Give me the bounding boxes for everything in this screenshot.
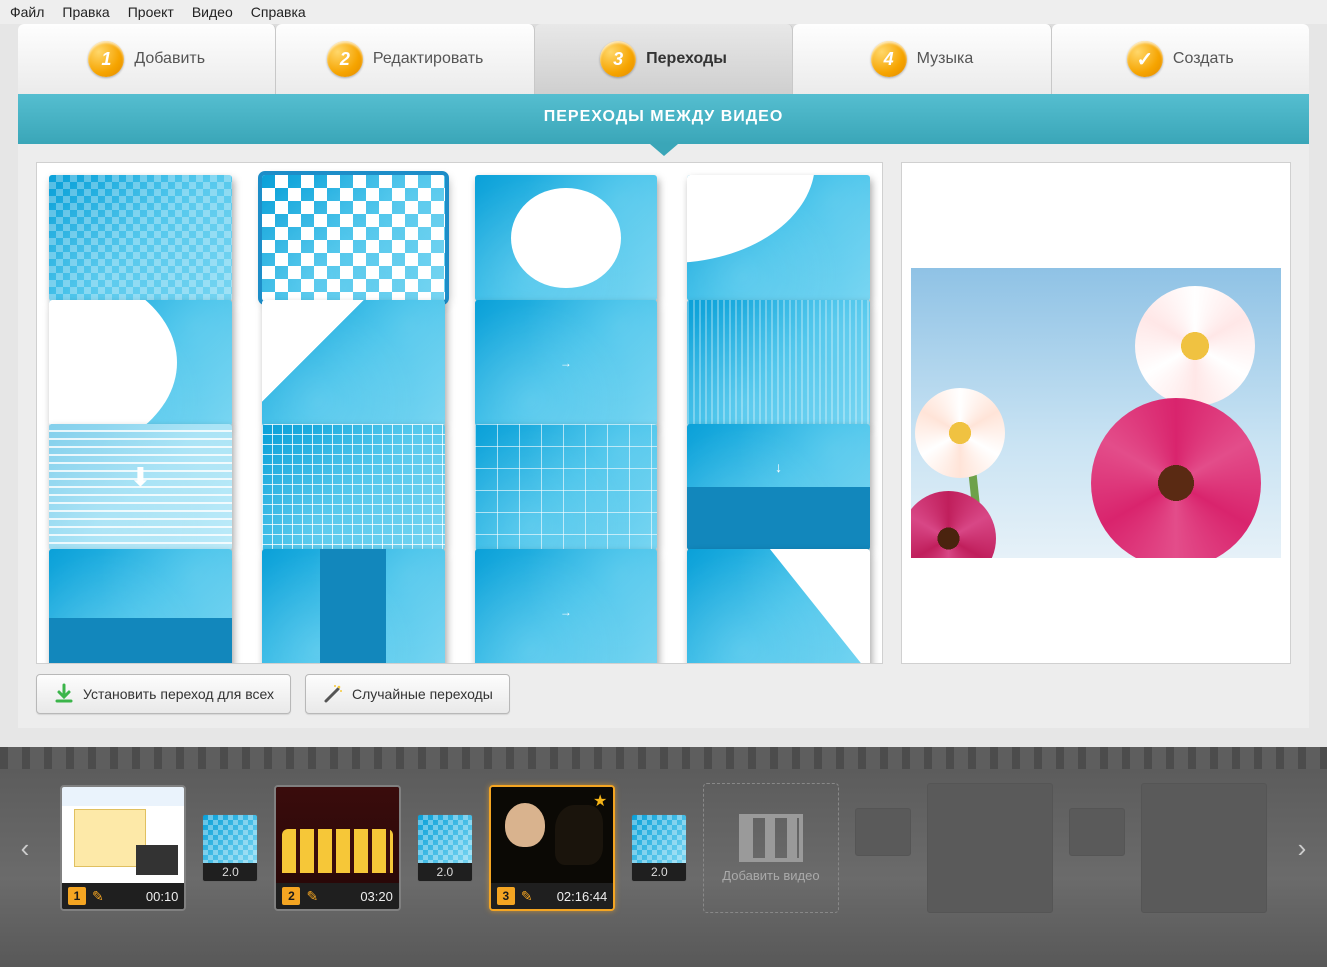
clip-number: 2: [282, 887, 300, 905]
menu-bar: Файл Правка Проект Видео Справка: [0, 0, 1327, 24]
clip-number: 3: [497, 887, 515, 905]
transition-thumb[interactable]: ↷: [687, 549, 870, 664]
step-label: Переходы: [646, 50, 727, 68]
magic-wand-icon: [322, 683, 344, 705]
timeline-transition[interactable]: 2.0: [631, 814, 687, 882]
transition-thumb[interactable]: →: [475, 549, 658, 664]
transition-duration: 2.0: [203, 863, 257, 881]
transition-duration: 2.0: [632, 863, 686, 881]
button-label: Установить переход для всех: [83, 686, 274, 702]
timeline: ‹ 1 ✎ 00:10 2.0 2 ✎ 03:20 2.0: [0, 747, 1327, 967]
clip-duration: 00:10: [146, 889, 179, 904]
transition-chip-thumb: [203, 815, 257, 863]
step-number-icon: 2: [327, 41, 363, 77]
clip-thumbnail: ★: [491, 787, 613, 883]
transition-chip-thumb: [632, 815, 686, 863]
transitions-gallery: ✥↗✥↗→⬇↓←→→↷: [36, 162, 883, 664]
menu-edit[interactable]: Правка: [62, 4, 109, 20]
gallery-scroll[interactable]: ✥↗✥↗→⬇↓←→→↷: [37, 163, 882, 663]
empty-transition-slot: [855, 808, 911, 856]
star-icon: ★: [593, 791, 607, 811]
transition-thumb[interactable]: ←→: [262, 549, 445, 664]
preview-image: [911, 268, 1281, 558]
step-edit[interactable]: 2 Редактировать: [276, 24, 534, 94]
empty-clip-slot: [1141, 783, 1267, 913]
transition-thumb[interactable]: ↗: [262, 300, 445, 426]
step-label: Музыка: [917, 50, 974, 68]
menu-file[interactable]: Файл: [10, 4, 44, 20]
step-number-icon: 3: [600, 41, 636, 77]
pencil-icon[interactable]: ✎: [521, 888, 533, 905]
step-transitions[interactable]: 3 Переходы: [535, 24, 793, 94]
clip-footer: 3 ✎ 02:16:44: [491, 883, 613, 909]
film-strip-icon: [739, 814, 803, 862]
add-video-button[interactable]: Добавить видео: [703, 783, 838, 913]
menu-help[interactable]: Справка: [251, 4, 306, 20]
timeline-prev-button[interactable]: ‹: [10, 818, 40, 878]
clip-duration: 03:20: [360, 889, 393, 904]
pencil-icon[interactable]: ✎: [306, 888, 318, 905]
transition-thumb[interactable]: [262, 424, 445, 550]
banner-title: ПЕРЕХОДЫ МЕЖДУ ВИДЕО: [544, 108, 784, 125]
random-transitions-button[interactable]: Случайные переходы: [305, 674, 510, 714]
step-number-icon: 1: [88, 41, 124, 77]
clip-number: 1: [68, 887, 86, 905]
section-banner: ПЕРЕХОДЫ МЕЖДУ ВИДЕО: [18, 94, 1309, 144]
pencil-icon[interactable]: ✎: [92, 888, 104, 905]
step-music[interactable]: 4 Музыка: [793, 24, 1051, 94]
empty-transition-slot: [1069, 808, 1125, 856]
timeline-track: ‹ 1 ✎ 00:10 2.0 2 ✎ 03:20 2.0: [0, 769, 1327, 927]
transition-thumb[interactable]: [49, 175, 232, 301]
check-icon: ✓: [1127, 41, 1163, 77]
transition-thumb[interactable]: ↗: [687, 175, 870, 301]
transition-thumb[interactable]: →: [475, 300, 658, 426]
menu-project[interactable]: Проект: [128, 4, 174, 20]
timeline-clip[interactable]: 1 ✎ 00:10: [60, 785, 186, 911]
transition-thumb[interactable]: ⬇: [49, 424, 232, 550]
timeline-transition[interactable]: 2.0: [417, 814, 473, 882]
download-arrow-icon: [53, 683, 75, 705]
add-video-label: Добавить видео: [722, 868, 819, 883]
step-add[interactable]: 1 Добавить: [18, 24, 276, 94]
transition-duration: 2.0: [418, 863, 472, 881]
step-label: Добавить: [134, 50, 205, 68]
clip-footer: 2 ✎ 03:20: [276, 883, 398, 909]
timeline-clip[interactable]: ★ 3 ✎ 02:16:44: [489, 785, 615, 911]
step-number-icon: 4: [871, 41, 907, 77]
timeline-next-button[interactable]: ›: [1287, 818, 1317, 878]
clip-footer: 1 ✎ 00:10: [62, 883, 184, 909]
preview-panel: [901, 162, 1291, 664]
clip-thumbnail: [62, 787, 184, 883]
timeline-transition[interactable]: 2.0: [202, 814, 258, 882]
menu-video[interactable]: Видео: [192, 4, 233, 20]
clip-duration: 02:16:44: [557, 889, 608, 904]
transition-thumb[interactable]: [687, 300, 870, 426]
transition-chip-thumb: [418, 815, 472, 863]
button-label: Случайные переходы: [352, 686, 493, 702]
transition-thumb[interactable]: [262, 175, 445, 301]
wizard-steps: 1 Добавить 2 Редактировать 3 Переходы 4 …: [18, 24, 1309, 94]
transition-thumb[interactable]: ✥: [475, 175, 658, 301]
transition-thumb[interactable]: ↓: [687, 424, 870, 550]
action-bar: Установить переход для всех Случайные пе…: [18, 664, 1309, 728]
empty-clip-slot: [927, 783, 1053, 913]
step-label: Редактировать: [373, 50, 484, 68]
clip-thumbnail: [276, 787, 398, 883]
step-label: Создать: [1173, 50, 1234, 68]
step-create[interactable]: ✓ Создать: [1052, 24, 1309, 94]
transition-thumb[interactable]: [475, 424, 658, 550]
film-perforation-decoration: [0, 747, 1327, 769]
timeline-clip[interactable]: 2 ✎ 03:20: [274, 785, 400, 911]
content-area: ✥↗✥↗→⬇↓←→→↷: [18, 144, 1309, 664]
apply-to-all-button[interactable]: Установить переход для всех: [36, 674, 291, 714]
transition-thumb[interactable]: ✥: [49, 300, 232, 426]
transition-thumb[interactable]: [49, 549, 232, 664]
